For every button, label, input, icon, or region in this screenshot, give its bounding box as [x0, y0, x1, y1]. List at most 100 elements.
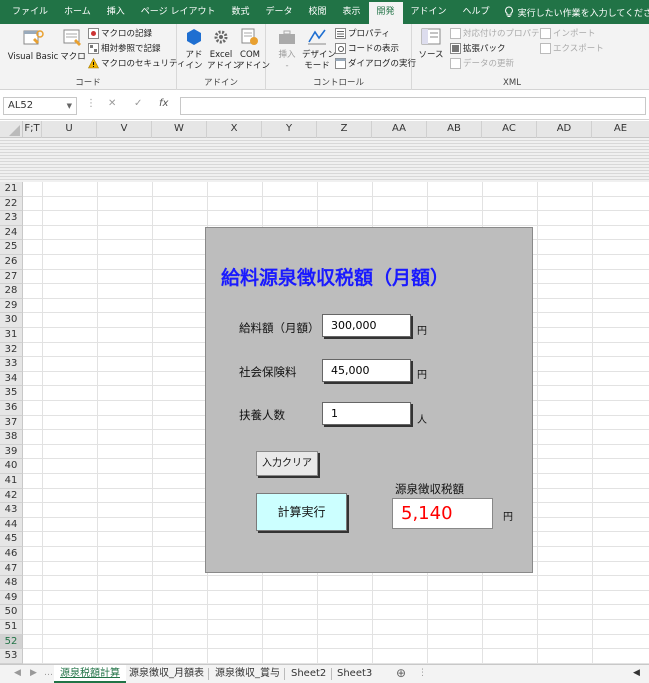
insert-control-button[interactable]: 挿入 -	[276, 28, 298, 72]
macro-security-button[interactable]: マクロのセキュリティ	[88, 57, 186, 69]
tab-file[interactable]: ファイル	[4, 0, 56, 24]
tab-insert[interactable]: 挿入	[99, 0, 133, 24]
insurance-input[interactable]: 45,000	[322, 359, 411, 382]
column-header[interactable]: U	[42, 121, 97, 138]
row-header[interactable]: 53	[0, 649, 23, 664]
row-header[interactable]: 27	[0, 269, 23, 285]
cancel-icon[interactable]: ✕	[108, 98, 116, 109]
row-header[interactable]: 22	[0, 196, 23, 212]
properties-button[interactable]: プロパティ	[335, 27, 390, 39]
horizontal-scroll-left-icon[interactable]: ◀	[633, 668, 640, 678]
xml-source-button[interactable]: ソース	[418, 28, 444, 61]
column-header[interactable]: AB	[427, 121, 482, 138]
export-button[interactable]: エクスポート	[540, 42, 604, 54]
sheet-tab[interactable]: Sheet2	[285, 665, 332, 683]
row-header[interactable]: 40	[0, 459, 23, 474]
row-header[interactable]: 43	[0, 503, 23, 518]
row-header[interactable]: 35	[0, 386, 23, 401]
sheet-tab-active[interactable]: 源泉税額計算	[54, 665, 126, 683]
tab-page-layout[interactable]: ページ レイアウト	[133, 0, 224, 24]
row-header[interactable]: 48	[0, 576, 23, 591]
expansion-packs-button[interactable]: 拡張パック	[450, 42, 506, 54]
column-header[interactable]: X	[207, 121, 262, 138]
row-header[interactable]: 52	[0, 634, 23, 650]
row-header[interactable]: 25	[0, 240, 23, 255]
addins-button[interactable]: アド イン	[183, 28, 205, 72]
row-header[interactable]: 45	[0, 532, 23, 547]
row-header[interactable]: 37	[0, 415, 23, 431]
row-header[interactable]: 41	[0, 474, 23, 489]
excel-addins-button[interactable]: Excel アドイン	[207, 28, 241, 72]
row-header[interactable]: 47	[0, 561, 23, 577]
row-header[interactable]: 24	[0, 225, 23, 241]
map-properties-button[interactable]: 対応付けのプロパティ	[450, 27, 548, 39]
design-mode-button[interactable]: デザイン モード	[302, 28, 336, 72]
view-code-button[interactable]: コードの表示	[335, 42, 399, 54]
row-header[interactable]: 39	[0, 444, 23, 460]
name-box[interactable]: AL52 ▼	[3, 97, 77, 115]
column-header[interactable]: Y	[262, 121, 317, 138]
tab-home[interactable]: ホーム	[56, 0, 99, 24]
macros-button[interactable]: マクロ	[60, 28, 86, 63]
tab-data[interactable]: データ	[257, 0, 300, 24]
sheet-tab[interactable]: Sheet3	[331, 665, 378, 683]
toolbox-icon	[279, 30, 295, 44]
tab-help[interactable]: ヘルプ	[455, 0, 498, 24]
tab-addins[interactable]: アドイン	[403, 0, 455, 24]
chevron-down-icon[interactable]: ▼	[67, 98, 72, 114]
clear-input-button[interactable]: 入力クリア	[256, 451, 318, 476]
row-header[interactable]: 49	[0, 590, 23, 606]
row-header[interactable]: 31	[0, 328, 23, 343]
tell-me-box[interactable]: 実行したい作業を入力してください	[504, 6, 649, 19]
row-header[interactable]: 38	[0, 430, 23, 445]
select-all-corner[interactable]	[0, 121, 23, 138]
sheet-tab[interactable]: 源泉徴収_月額表	[123, 665, 210, 683]
import-button[interactable]: インポート	[540, 27, 596, 39]
row-header[interactable]: 32	[0, 342, 23, 358]
column-header[interactable]: Z	[317, 121, 372, 138]
more-sheets-icon[interactable]: …	[44, 668, 53, 678]
visual-basic-button[interactable]: Visual Basic	[6, 28, 60, 63]
tab-developer[interactable]: 開発	[368, 2, 403, 24]
calculate-button[interactable]: 計算実行	[256, 493, 347, 531]
run-dialog-button[interactable]: ダイアログの実行	[335, 57, 416, 69]
row-header[interactable]: 26	[0, 255, 23, 270]
scroll-right-icon[interactable]: ▶	[30, 668, 37, 678]
row-header[interactable]: 21	[0, 182, 23, 197]
relative-references-button[interactable]: 相対参照で記録	[88, 42, 161, 54]
column-header[interactable]: AD	[537, 121, 592, 138]
column-header[interactable]: W	[152, 121, 207, 138]
row-header[interactable]: 42	[0, 488, 23, 504]
column-header[interactable]: F;T	[23, 121, 42, 138]
row-header[interactable]: 50	[0, 605, 23, 620]
salary-input[interactable]: 300,000	[322, 314, 411, 337]
row-header[interactable]: 33	[0, 357, 23, 372]
row-header[interactable]: 36	[0, 401, 23, 416]
scroll-left-icon[interactable]: ◀	[14, 668, 21, 678]
tab-view[interactable]: 表示	[335, 0, 369, 24]
enter-icon[interactable]: ✓	[134, 98, 142, 109]
row-header[interactable]: 46	[0, 547, 23, 562]
add-sheet-icon[interactable]: ⊕	[390, 665, 412, 683]
tab-splitter-icon[interactable]: ⋮	[418, 668, 427, 678]
row-header[interactable]: 34	[0, 371, 23, 387]
row-header[interactable]: 44	[0, 517, 23, 533]
row-header[interactable]: 51	[0, 620, 23, 635]
row-header[interactable]: 29	[0, 298, 23, 314]
refresh-data-button[interactable]: データの更新	[450, 57, 514, 69]
column-header[interactable]: AC	[482, 121, 537, 138]
formula-input[interactable]	[180, 97, 646, 115]
com-addins-button[interactable]: COM アドイン	[236, 28, 270, 72]
row-header[interactable]: 28	[0, 284, 23, 299]
dependents-input[interactable]: 1	[322, 402, 411, 425]
column-header[interactable]: V	[97, 121, 152, 138]
column-header[interactable]: AA	[372, 121, 427, 138]
tab-review[interactable]: 校閲	[300, 0, 334, 24]
insert-function-icon[interactable]: fx	[159, 98, 168, 109]
sheet-tab[interactable]: 源泉徴収_賞与	[209, 665, 286, 683]
tab-formulas[interactable]: 数式	[223, 0, 257, 24]
row-header[interactable]: 23	[0, 211, 23, 226]
column-header[interactable]: AE	[592, 121, 649, 138]
row-header[interactable]: 30	[0, 313, 23, 328]
record-macro-button[interactable]: マクロの記録	[88, 27, 152, 39]
